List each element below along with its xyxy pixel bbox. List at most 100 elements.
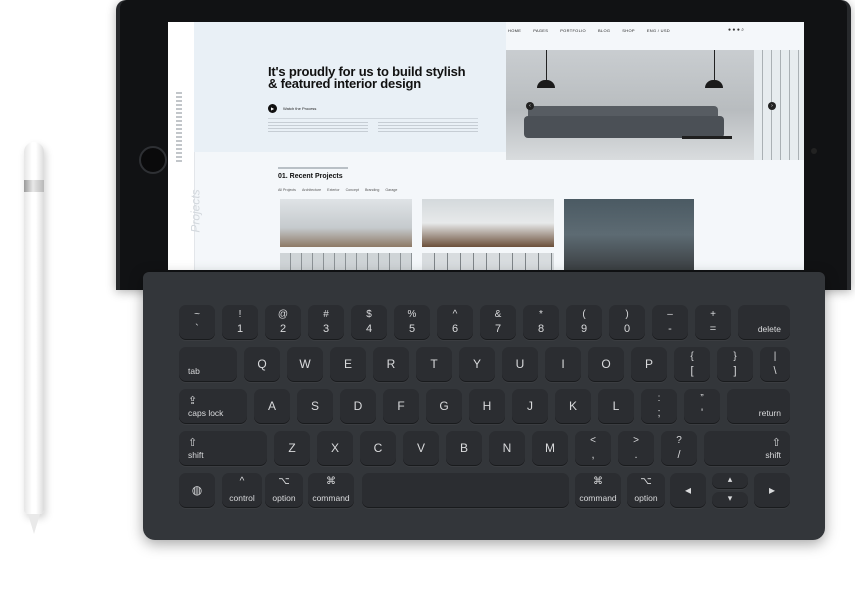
key-f[interactable]: F: [383, 389, 419, 424]
project-thumbnail[interactable]: [422, 199, 554, 247]
key-control[interactable]: ^ control: [222, 473, 262, 508]
key-semicolon[interactable]: :;: [641, 389, 677, 424]
key-right-brace[interactable]: }]: [717, 347, 753, 382]
nav-language[interactable]: ENG / USD: [647, 28, 670, 33]
key-n[interactable]: N: [489, 431, 525, 466]
key-6[interactable]: ^ 6: [437, 305, 473, 340]
key-l[interactable]: L: [598, 389, 634, 424]
key-e[interactable]: E: [330, 347, 366, 382]
key-g[interactable]: G: [426, 389, 462, 424]
key-x[interactable]: X: [317, 431, 353, 466]
key-char: T: [430, 357, 438, 371]
hero-text-columns: [268, 122, 478, 132]
key-j[interactable]: J: [512, 389, 548, 424]
nav-shop[interactable]: SHOP: [622, 28, 635, 33]
key-arrow-up[interactable]: ▴: [712, 473, 748, 489]
key-o[interactable]: O: [588, 347, 624, 382]
key-char: H: [482, 399, 492, 413]
filter-exterior[interactable]: Exterior: [327, 188, 339, 192]
key-s[interactable]: S: [297, 389, 333, 424]
key-i[interactable]: I: [545, 347, 581, 382]
key-command-left[interactable]: ⌘ command: [308, 473, 354, 508]
key-m[interactable]: M: [532, 431, 568, 466]
key-minus[interactable]: – -: [652, 305, 688, 340]
key-a[interactable]: A: [254, 389, 290, 424]
key-b[interactable]: B: [446, 431, 482, 466]
key-caps-lock[interactable]: ⇪ caps lock: [179, 389, 247, 424]
key-4[interactable]: $4: [351, 305, 387, 340]
option-icon: ⌥: [640, 476, 652, 487]
key-p[interactable]: P: [631, 347, 667, 382]
key-c[interactable]: C: [360, 431, 396, 466]
key-2[interactable]: @2: [265, 305, 301, 340]
key-period[interactable]: >.: [618, 431, 654, 466]
key-t[interactable]: T: [416, 347, 452, 382]
key-space[interactable]: [362, 473, 569, 508]
key-globe[interactable]: ◍: [179, 473, 215, 508]
key-symbol: $: [366, 309, 372, 320]
project-thumbnail[interactable]: [280, 199, 412, 247]
home-button[interactable]: [139, 146, 167, 174]
play-icon[interactable]: ▶: [268, 104, 277, 113]
key-u[interactable]: U: [502, 347, 538, 382]
nav-home[interactable]: HOME: [508, 28, 521, 33]
key-backtick[interactable]: ~ `: [179, 305, 215, 340]
slider-prev-icon[interactable]: ‹: [526, 102, 534, 110]
key-char: O: [601, 357, 611, 371]
key-r[interactable]: R: [373, 347, 409, 382]
key-tab[interactable]: tab: [179, 347, 237, 382]
key-7[interactable]: & 7: [480, 305, 516, 340]
project-thumbnail[interactable]: [564, 199, 694, 270]
key-8[interactable]: * 8: [523, 305, 559, 340]
key-left-brace[interactable]: {[: [674, 347, 710, 382]
key-backslash[interactable]: | \: [760, 347, 790, 382]
social-search-icons[interactable]: ● ● ● ⌕: [728, 27, 744, 33]
key-5[interactable]: % 5: [394, 305, 430, 340]
project-thumbnail[interactable]: [280, 253, 412, 270]
key-h[interactable]: H: [469, 389, 505, 424]
key-z[interactable]: Z: [274, 431, 310, 466]
key-char: E: [343, 357, 352, 371]
filter-all[interactable]: All Projects: [278, 188, 296, 192]
key-comma[interactable]: <,: [575, 431, 611, 466]
slider-next-icon[interactable]: ›: [768, 102, 776, 110]
key-d[interactable]: D: [340, 389, 376, 424]
nav-portfolio[interactable]: PORTFOLIO: [560, 28, 586, 33]
key-quote[interactable]: ” ': [684, 389, 720, 424]
filter-branding[interactable]: Branding: [365, 188, 379, 192]
key-return[interactable]: return: [727, 389, 790, 424]
watch-label[interactable]: Watch the Process: [283, 106, 316, 111]
filter-architecture[interactable]: Architecture: [302, 188, 321, 192]
key-delete[interactable]: delete: [738, 305, 790, 340]
filter-concept[interactable]: Concept: [346, 188, 359, 192]
key-1[interactable]: ! 1: [222, 305, 258, 340]
key-y[interactable]: Y: [459, 347, 495, 382]
key-arrow-left[interactable]: ◂: [670, 473, 706, 508]
key-k[interactable]: K: [555, 389, 591, 424]
key-w[interactable]: W: [287, 347, 323, 382]
watch-process-link[interactable]: ▶ Watch the Process: [268, 104, 316, 113]
key-arrow-down[interactable]: ▾: [712, 492, 748, 508]
ipad-screen: HOME PAGES PORTFOLIO BLOG SHOP ENG / USD…: [168, 22, 804, 270]
key-q[interactable]: Q: [244, 347, 280, 382]
key-0[interactable]: ) 0: [609, 305, 645, 340]
key-slash[interactable]: ? /: [661, 431, 697, 466]
key-option-right[interactable]: ⌥ option: [627, 473, 665, 508]
nav-pages[interactable]: PAGES: [533, 28, 548, 33]
key-v[interactable]: V: [403, 431, 439, 466]
key-word: command: [312, 493, 350, 503]
key-arrow-right[interactable]: ▸: [754, 473, 790, 508]
key-shift-right[interactable]: ⇧ shift: [704, 431, 790, 466]
apple-pencil: [24, 142, 44, 534]
key-equals[interactable]: + =: [695, 305, 731, 340]
ipad-device: HOME PAGES PORTFOLIO BLOG SHOP ENG / USD…: [116, 0, 851, 290]
filter-garage[interactable]: Garage: [385, 188, 397, 192]
key-9[interactable]: (9: [566, 305, 602, 340]
nav-blog[interactable]: BLOG: [598, 28, 610, 33]
key-shift-left[interactable]: ⇧ shift: [179, 431, 267, 466]
pencil-body: [24, 142, 44, 514]
key-command-right[interactable]: ⌘ command: [575, 473, 621, 508]
project-thumbnail[interactable]: [422, 253, 554, 270]
key-3[interactable]: #3: [308, 305, 344, 340]
key-option-left[interactable]: ⌥ option: [265, 473, 303, 508]
